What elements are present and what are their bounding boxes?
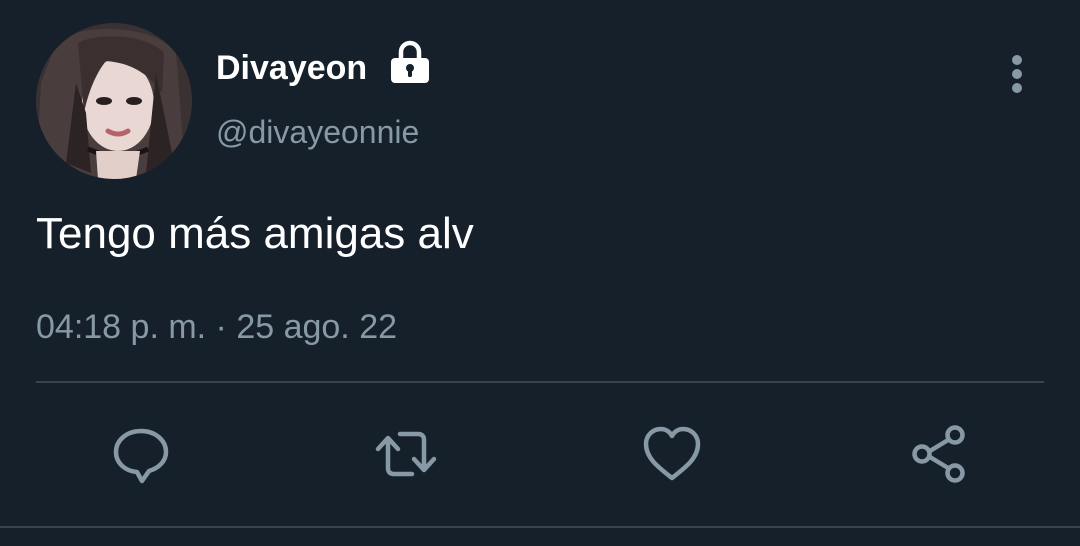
reply-button[interactable] bbox=[109, 422, 173, 486]
lock-icon bbox=[391, 40, 429, 83]
share-icon bbox=[912, 425, 965, 483]
tweet-text: Tengo más amigas alv bbox=[36, 209, 474, 258]
like-button[interactable] bbox=[640, 422, 704, 486]
tweet-timestamp[interactable]: 04:18 p. m. · 25 ago. 22 bbox=[36, 307, 397, 347]
divider bbox=[0, 526, 1080, 528]
speech-bubble-icon bbox=[113, 428, 169, 484]
display-name[interactable]: Divayeon bbox=[216, 48, 367, 88]
profile-photo bbox=[36, 23, 192, 179]
divider bbox=[36, 381, 1044, 383]
vertical-ellipsis-icon[interactable] bbox=[998, 50, 1038, 100]
heart-icon bbox=[643, 426, 701, 481]
retweet-arrows-icon bbox=[375, 431, 437, 477]
retweet-button[interactable] bbox=[374, 422, 438, 486]
user-handle[interactable]: @divayeonnie bbox=[216, 113, 419, 151]
avatar[interactable] bbox=[36, 23, 192, 179]
share-button[interactable] bbox=[907, 422, 971, 486]
